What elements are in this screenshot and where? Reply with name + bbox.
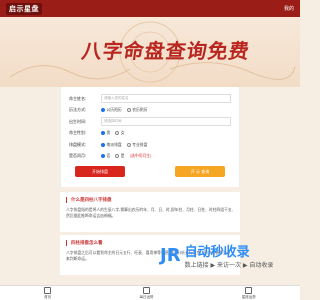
leap-label: 是否闰月: bbox=[69, 153, 87, 159]
radio-dot-icon bbox=[115, 154, 120, 159]
name-input[interactable]: 请输入您的姓名 bbox=[101, 94, 231, 104]
name-label: 命主姓名: bbox=[69, 95, 87, 101]
watermark-logo-icon: JR bbox=[160, 244, 181, 266]
gender-label: 命主性别: bbox=[69, 130, 87, 136]
banner-title: 八字命盘查询免费 bbox=[80, 39, 252, 63]
radio-leap-no[interactable]: 否 bbox=[101, 153, 110, 159]
radio-dot-icon bbox=[126, 108, 131, 113]
star-icon bbox=[245, 286, 253, 294]
radio-mode-south[interactable]: 南派排盘 bbox=[101, 142, 122, 148]
history-button[interactable]: 开 示 查询 bbox=[175, 166, 225, 177]
form-row-leap: 是否闰月: 否 是 (选中闰月生) bbox=[69, 151, 231, 163]
watermark-sub: 数上链接 ▶ 来访一次 ▶ 自动收录 bbox=[184, 262, 274, 269]
nav-star[interactable]: 星座运势 bbox=[242, 286, 256, 300]
section-text: 八字排盘指的是将人的生辰八字,换算出农历的年、月、日、时,即年柱、月柱、日柱、时… bbox=[66, 207, 233, 218]
app-logo[interactable]: 启示星盘 bbox=[6, 2, 42, 15]
radio-solar[interactable]: 公历阳历 bbox=[101, 107, 122, 113]
birthtime-input[interactable]: 请选择时间 bbox=[101, 117, 231, 127]
leap-hint: (选中闰月生) bbox=[129, 153, 152, 159]
form-buttons: 开始排盘 开 示 查询 bbox=[69, 162, 231, 177]
section-title: 什么是四柱八字排盘 bbox=[66, 197, 234, 203]
birthtime-label: 出生时间: bbox=[69, 118, 87, 124]
radio-dot-icon bbox=[126, 142, 131, 147]
form-row-gender: 命主性别: 男 女 bbox=[69, 128, 231, 140]
bottom-nav: 首页 每日运势 星座运势 bbox=[0, 285, 300, 300]
radio-dot-icon bbox=[115, 131, 120, 136]
radio-dot-icon bbox=[101, 142, 105, 147]
calendar-label: 历法方式: bbox=[69, 107, 87, 113]
radio-mode-pro[interactable]: 专业排盘 bbox=[126, 142, 147, 148]
mode-label: 排盘模式: bbox=[69, 141, 87, 147]
radio-male[interactable]: 男 bbox=[101, 130, 110, 136]
hero-banner: 八字命盘查询免费 bbox=[0, 17, 300, 87]
radio-female[interactable]: 女 bbox=[115, 130, 125, 136]
home-icon bbox=[44, 286, 52, 294]
info-section-1: 什么是四柱八字排盘 八字排盘指的是将人的生辰八字,换算出农历的年、月、日、时,即… bbox=[60, 192, 240, 232]
query-form: 命主姓名: 请输入您的姓名 历法方式: 公历阳历 农历阴历 出生时间: 请选择时… bbox=[60, 87, 240, 187]
form-row-mode: 排盘模式: 南派排盘 专业排盘 bbox=[69, 139, 231, 151]
radio-dot-icon bbox=[101, 108, 105, 113]
submit-button[interactable]: 开始排盘 bbox=[75, 166, 125, 177]
top-bar: 启示星盘 我的 bbox=[0, 0, 300, 17]
radio-leap-yes[interactable]: 是 bbox=[115, 153, 125, 159]
form-row-birthtime: 出生时间: 请选择时间 bbox=[69, 116, 231, 128]
user-link[interactable]: 我的 bbox=[284, 5, 294, 12]
watermark: JR 自动秒收录 数上链接 ▶ 来访一次 ▶ 自动收录 bbox=[160, 238, 280, 272]
nav-home[interactable]: 首页 bbox=[44, 286, 52, 300]
nav-daily[interactable]: 每日运势 bbox=[139, 286, 153, 300]
form-row-name: 命主姓名: 请输入您的姓名 bbox=[69, 93, 231, 105]
calendar-icon bbox=[142, 286, 150, 294]
radio-lunar[interactable]: 农历阴历 bbox=[126, 107, 147, 113]
radio-dot-icon bbox=[101, 154, 105, 159]
watermark-brand: 自动秒收录 bbox=[184, 245, 250, 260]
form-row-calendar: 历法方式: 公历阳历 农历阴历 bbox=[69, 105, 231, 117]
radio-dot-icon bbox=[101, 131, 105, 136]
